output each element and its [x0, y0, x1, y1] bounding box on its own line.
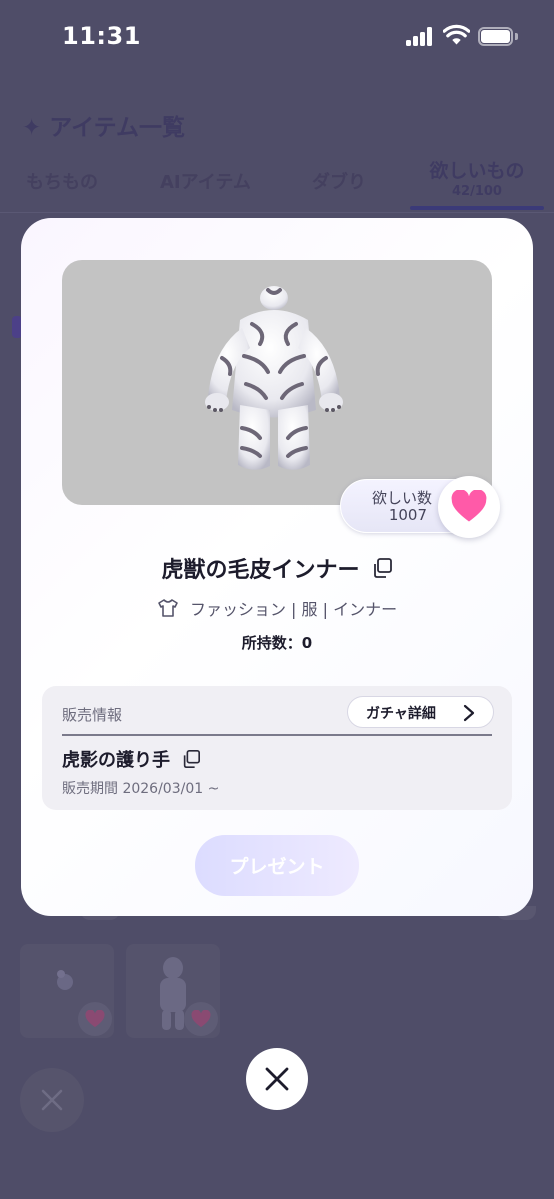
close-button[interactable]: [246, 1048, 308, 1110]
item-name: 虎獣の毛皮インナー: [161, 558, 360, 583]
category-row: ファッション | 服 | インナー: [21, 596, 533, 622]
gacha-name: 虎影の護り手: [62, 750, 170, 771]
copy-icon[interactable]: [371, 557, 393, 579]
active-tab-indicator: [410, 206, 544, 210]
sale-period: 販売期間 2026/03/01 ~: [62, 781, 220, 797]
wifi-icon: [442, 24, 471, 46]
close-icon: [265, 1067, 289, 1091]
owned-count: 所持数：0: [241, 634, 313, 652]
background-close-button: [20, 1068, 84, 1132]
gacha-detail-label: ガチャ詳細: [366, 706, 436, 722]
shirt-icon: [157, 598, 179, 618]
item-category: ファッション | 服 | インナー: [189, 600, 398, 619]
want-count-value: 1007: [388, 506, 427, 524]
item-card[interactable]: [20, 944, 114, 1038]
tab-wishlist-count: 42/100: [452, 184, 502, 199]
want-count-label: 欲しい数: [371, 489, 432, 507]
copy-icon[interactable]: [181, 749, 201, 769]
tiger-costume-image: [205, 286, 343, 470]
item-name-row: 虎獣の毛皮インナー: [21, 552, 533, 588]
tab-ai-items[interactable]: AIアイテム: [160, 168, 280, 194]
tab-mochimono[interactable]: もちもの: [26, 168, 126, 194]
heart-icon: [85, 1010, 105, 1028]
page-title: ✦ アイテム一覧: [22, 115, 185, 141]
present-button-label: プレゼント: [229, 856, 325, 878]
tab-divider: [0, 212, 554, 213]
tab-wishlist[interactable]: 欲しいもの: [410, 156, 544, 183]
item-thumbnail: [57, 970, 73, 990]
chevron-right-icon: [463, 704, 475, 722]
item-preview-image: [62, 260, 492, 505]
heart-icon: [191, 1010, 211, 1028]
wishlist-toggle[interactable]: [184, 1002, 218, 1036]
present-button[interactable]: プレゼント: [195, 835, 359, 896]
wishlist-heart-button[interactable]: [438, 476, 500, 538]
heart-icon: [451, 490, 487, 522]
sale-divider: [62, 734, 492, 736]
close-icon: [41, 1089, 63, 1111]
tab-duplicates[interactable]: ダブり: [312, 168, 392, 194]
wishlist-toggle[interactable]: [78, 1002, 112, 1036]
gacha-name-row: 虎影の護り手: [62, 746, 362, 774]
signal-icon: [406, 27, 434, 46]
item-card[interactable]: [126, 944, 220, 1038]
gacha-detail-button[interactable]: ガチャ詳細: [347, 696, 494, 728]
status-time: 11:31: [62, 22, 141, 50]
battery-icon: [478, 27, 518, 46]
sale-info-header: 販売情報: [62, 706, 123, 724]
